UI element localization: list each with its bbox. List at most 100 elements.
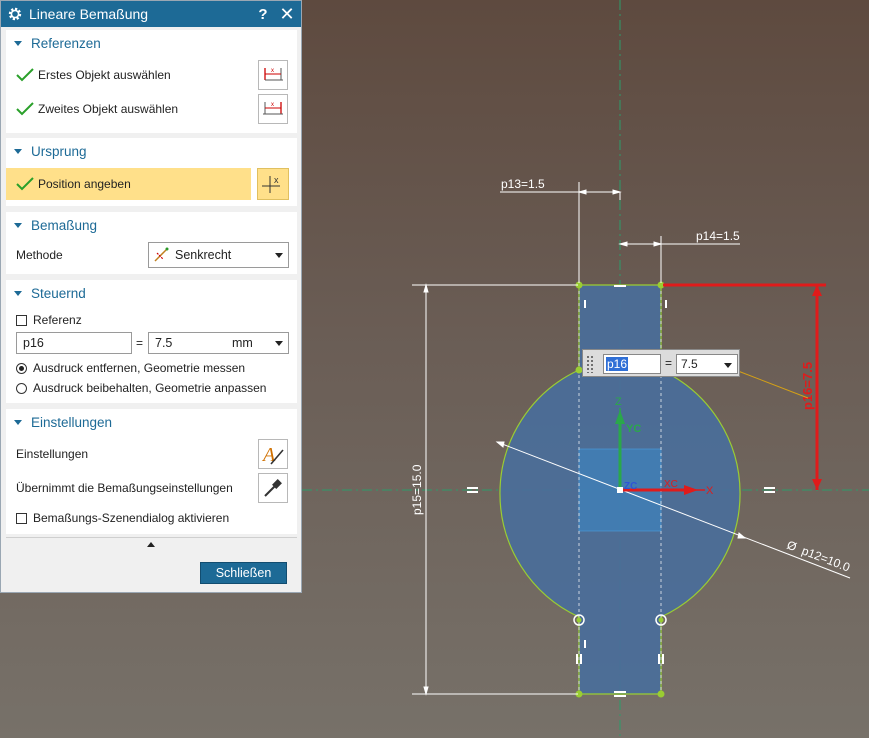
reference-checkbox[interactable] <box>16 314 27 326</box>
close-icon[interactable]: ✕ <box>279 4 295 25</box>
close-button[interactable]: Schließen <box>200 562 287 584</box>
dimension-p14[interactable] <box>618 236 740 283</box>
chevron-down-icon[interactable] <box>724 363 732 368</box>
onscreen-value-text: 7.5 <box>681 357 698 371</box>
inherit-settings-row: Übernimmt die Bemaßungseinstellungen <box>6 473 297 503</box>
eyedropper-icon <box>264 479 282 497</box>
collapse-triangle-icon[interactable] <box>14 419 22 425</box>
specify-position-button[interactable]: x <box>257 168 289 200</box>
section-header-einstellungen[interactable]: Einstellungen <box>6 409 297 435</box>
dimension-p13[interactable] <box>500 182 622 283</box>
unit-label: mm <box>232 336 253 350</box>
section-header-ursprung[interactable]: Ursprung <box>6 138 297 164</box>
section-title: Bemaßung <box>31 217 98 233</box>
dialog-title: Lineare Bemaßung <box>29 6 149 22</box>
section-title: Ursprung <box>31 143 87 159</box>
radio-keep-label: Ausdruck beibehalten, Geometrie anpassen <box>33 381 267 395</box>
position-row[interactable]: Position angeben <box>6 168 251 200</box>
position-label: Position angeben <box>38 177 131 191</box>
chevron-down-icon[interactable] <box>275 253 283 258</box>
section-title: Steuernd <box>31 285 86 301</box>
scene-dialog-row[interactable]: Bemaßungs-Szenendialog aktivieren <box>6 509 297 527</box>
collapse-triangle-icon[interactable] <box>14 222 22 228</box>
section-header-steuernd[interactable]: Steuernd <box>6 280 297 306</box>
settings-row: Einstellungen <box>6 439 297 469</box>
dimension-p15-text[interactable]: p15=15.0 <box>410 464 424 515</box>
svg-text:x: x <box>271 102 274 108</box>
onscreen-equals: = <box>665 356 673 370</box>
inherit-label: Übernimmt die Bemaßungseinstellungen <box>16 481 233 495</box>
onscreen-value-field[interactable]: 7.5 <box>676 354 738 374</box>
first-object-label: Erstes Objekt auswählen <box>38 68 171 82</box>
checkmark-icon <box>16 102 34 116</box>
dimension-select-icon: x <box>263 102 283 115</box>
section-header-bemassung[interactable]: Bemaßung <box>6 212 297 238</box>
expression-name-field[interactable]: p16 <box>16 332 132 354</box>
expression-value-field[interactable]: 7.5 mm <box>148 332 289 354</box>
section-title: Referenzen <box>31 35 101 51</box>
scene-dialog-label: Bemaßungs-Szenendialog aktivieren <box>33 511 230 525</box>
perpendicular-method-icon <box>154 247 169 262</box>
section-steuernd: Steuernd Referenz p16 = 7.5 mm Ausdruck … <box>6 280 297 403</box>
gear-icon <box>8 7 22 21</box>
dimension-p13-text[interactable]: p13=1.5 <box>501 177 545 191</box>
settings-label: Einstellungen <box>16 447 89 461</box>
dimension-p14-text[interactable]: p14=1.5 <box>696 229 740 243</box>
onscreen-expression-input[interactable]: p16 = 7.5 <box>582 349 740 377</box>
yc-axis-label: YC <box>626 423 641 435</box>
collapse-triangle-icon[interactable] <box>14 290 22 296</box>
radio-keep-expression[interactable] <box>16 382 27 394</box>
select-second-object-button[interactable]: x <box>258 94 288 124</box>
chevron-down-icon[interactable] <box>275 341 283 346</box>
section-referenzen: Referenzen Erstes Objekt auswählen x Zwe… <box>6 30 297 133</box>
leader-line <box>737 370 809 399</box>
dimension-select-icon: x <box>264 68 283 81</box>
expression-value: 7.5 <box>155 336 173 350</box>
svg-text:x: x <box>271 68 274 74</box>
onscreen-name-field[interactable]: p16 <box>603 354 661 374</box>
collapse-dialog-bar[interactable] <box>6 537 297 552</box>
linear-dimension-dialog: Lineare Bemaßung ? ✕ Referenzen Erstes O… <box>0 0 302 593</box>
radio-remove-row[interactable]: Ausdruck entfernen, Geometrie messen <box>6 359 297 377</box>
checkmark-icon <box>16 177 34 191</box>
dimension-p12-text[interactable]: p12=10.0 <box>800 543 852 574</box>
diameter-symbol: Ø <box>785 538 799 554</box>
first-object-row[interactable]: Erstes Objekt auswählen <box>6 60 297 90</box>
checkmark-icon <box>16 68 34 82</box>
equals-sign: = <box>136 336 144 350</box>
collapse-triangle-icon[interactable] <box>14 148 22 154</box>
dimension-p16-text[interactable]: p16=7.5 <box>800 362 815 410</box>
method-label: Methode <box>16 248 63 262</box>
inherit-settings-button[interactable] <box>258 473 288 503</box>
collapse-triangle-icon[interactable] <box>14 40 22 46</box>
xc-axis-label: XC <box>664 479 678 490</box>
help-button[interactable]: ? <box>255 6 271 23</box>
position-crosshair-icon: x <box>262 175 280 193</box>
radio-keep-row[interactable]: Ausdruck beibehalten, Geometrie anpassen <box>6 379 297 397</box>
reference-label: Referenz <box>33 313 82 327</box>
section-einstellungen: Einstellungen Einstellungen A Übernimmt … <box>6 409 297 534</box>
zc-axis-label: ZC <box>624 481 637 492</box>
radio-remove-expression[interactable] <box>16 362 27 374</box>
section-header-referenzen[interactable]: Referenzen <box>6 30 297 56</box>
svg-text:x: x <box>274 175 279 185</box>
settings-button[interactable]: A <box>258 439 288 469</box>
second-object-label: Zweites Objekt auswählen <box>38 102 179 116</box>
select-first-object-button[interactable]: x <box>258 60 288 90</box>
scene-dialog-checkbox[interactable] <box>16 512 27 524</box>
second-object-row[interactable]: Zweites Objekt auswählen <box>6 94 297 124</box>
dialog-titlebar[interactable]: Lineare Bemaßung ? ✕ <box>1 1 301 27</box>
section-title: Einstellungen <box>31 414 113 430</box>
chevron-up-icon[interactable] <box>147 542 155 547</box>
section-ursprung: Ursprung Position angeben x <box>6 138 297 206</box>
x-axis-label: X <box>706 485 714 497</box>
method-dropdown[interactable]: Senkrecht <box>148 242 289 268</box>
method-value: Senkrecht <box>175 248 232 262</box>
radio-remove-label: Ausdruck entfernen, Geometrie messen <box>33 361 246 375</box>
z-axis-label: Z <box>615 396 622 408</box>
svg-text:A: A <box>261 444 276 466</box>
text-settings-icon: A <box>261 444 284 466</box>
reference-checkbox-row[interactable]: Referenz <box>6 311 297 329</box>
section-bemassung: Bemaßung Methode Senkrecht <box>6 212 297 274</box>
drag-grip-icon[interactable] <box>586 355 594 373</box>
